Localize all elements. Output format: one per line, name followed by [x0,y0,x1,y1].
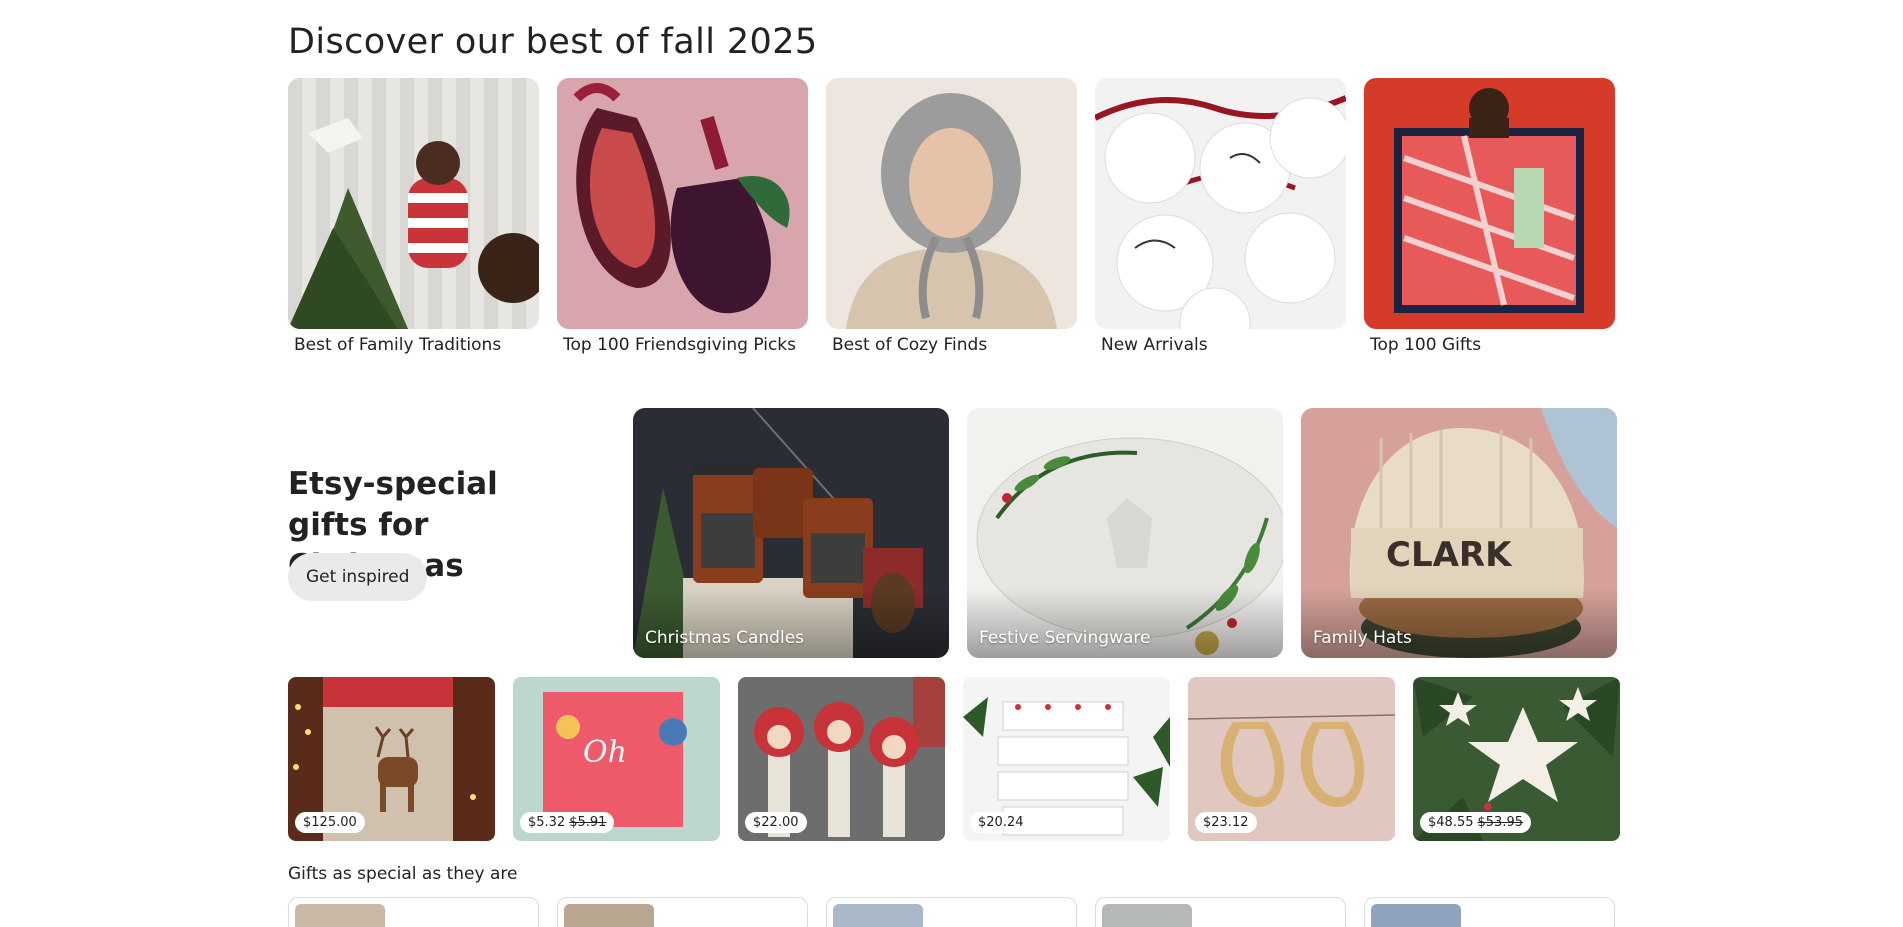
card-label: Best of Cozy Finds [832,335,988,355]
product-greeting-card[interactable]: Oh $5.32 $5.91 [513,677,720,841]
card-label: Top 100 Friendsgiving Picks [563,335,796,355]
gifts-row [288,897,1615,927]
gift-card[interactable] [826,897,1077,927]
category-family-hats[interactable]: CLARK Family Hats [1301,408,1617,658]
original-price: $53.95 [1477,815,1524,830]
price-badge: $125.00 [295,812,365,833]
card-new-arrivals[interactable]: New Arrivals [1095,78,1346,355]
product-star-ornaments[interactable]: $48.55 $53.95 [1413,677,1620,841]
knit-bonnet-image [826,78,1077,329]
card-label: Best of Family Traditions [294,335,502,355]
fall-cards-row: Best of Family Traditions Top 100 Friend… [288,78,1615,355]
card-top-gifts[interactable]: Top 100 Gifts [1364,78,1615,355]
category-label: Christmas Candles [645,628,805,648]
gift-thumbnail [1102,904,1192,927]
product-gold-hoops[interactable]: $23.12 [1188,677,1395,841]
gift-thumbnail [1371,904,1461,927]
price: $23.12 [1203,815,1249,830]
product-advent-banner[interactable]: $20.24 [963,677,1170,841]
price: $125.00 [303,815,357,830]
gift-card[interactable] [557,897,808,927]
christmas-categories-row: Christmas Candles Festive Servingware CL… [633,408,1617,658]
map-scarf-image [1364,78,1615,329]
price-badge: $20.24 [970,812,1032,833]
hat-embroidery: CLARK [1386,535,1513,575]
price: $5.32 [528,815,566,830]
product-reindeer-stocking[interactable]: $125.00 [288,677,495,841]
gift-card[interactable] [288,897,539,927]
card-label: Top 100 Gifts [1370,335,1482,355]
fig-ornaments-image [557,78,808,329]
gift-card[interactable] [1364,897,1615,927]
get-inspired-button[interactable]: Get inspired [288,553,428,601]
card-family-traditions[interactable]: Best of Family Traditions [288,78,539,355]
fall-section-title: Discover our best of fall 2025 [288,22,818,62]
gift-thumbnail [833,904,923,927]
gifts-heading: Gifts as special as they are [288,864,518,884]
category-festive-servingware[interactable]: Festive Servingware [967,408,1283,658]
gift-thumbnail [564,904,654,927]
card-friendsgiving[interactable]: Top 100 Friendsgiving Picks [557,78,808,355]
illustrated-ornaments-image [1095,78,1346,329]
price-badge: $48.55 $53.95 [1420,812,1531,833]
christmas-products-row: $125.00 Oh $5.32 $5.91 $22.00 $20.24 $23… [288,677,1620,841]
price: $20.24 [978,815,1024,830]
family-traditions-image [288,78,539,329]
price: $22.00 [753,815,799,830]
card-cozy-finds[interactable]: Best of Cozy Finds [826,78,1077,355]
price-badge: $23.12 [1195,812,1257,833]
gift-card[interactable] [1095,897,1346,927]
price: $48.55 [1428,815,1474,830]
card-label: New Arrivals [1101,335,1208,355]
product-santa-keys[interactable]: $22.00 [738,677,945,841]
original-price: $5.91 [569,815,607,830]
price-badge: $5.32 $5.91 [520,812,615,833]
card-script: Oh [583,735,627,770]
category-label: Festive Servingware [979,628,1151,648]
category-christmas-candles[interactable]: Christmas Candles [633,408,949,658]
gift-thumbnail [295,904,385,927]
category-label: Family Hats [1313,628,1412,648]
price-badge: $22.00 [745,812,807,833]
